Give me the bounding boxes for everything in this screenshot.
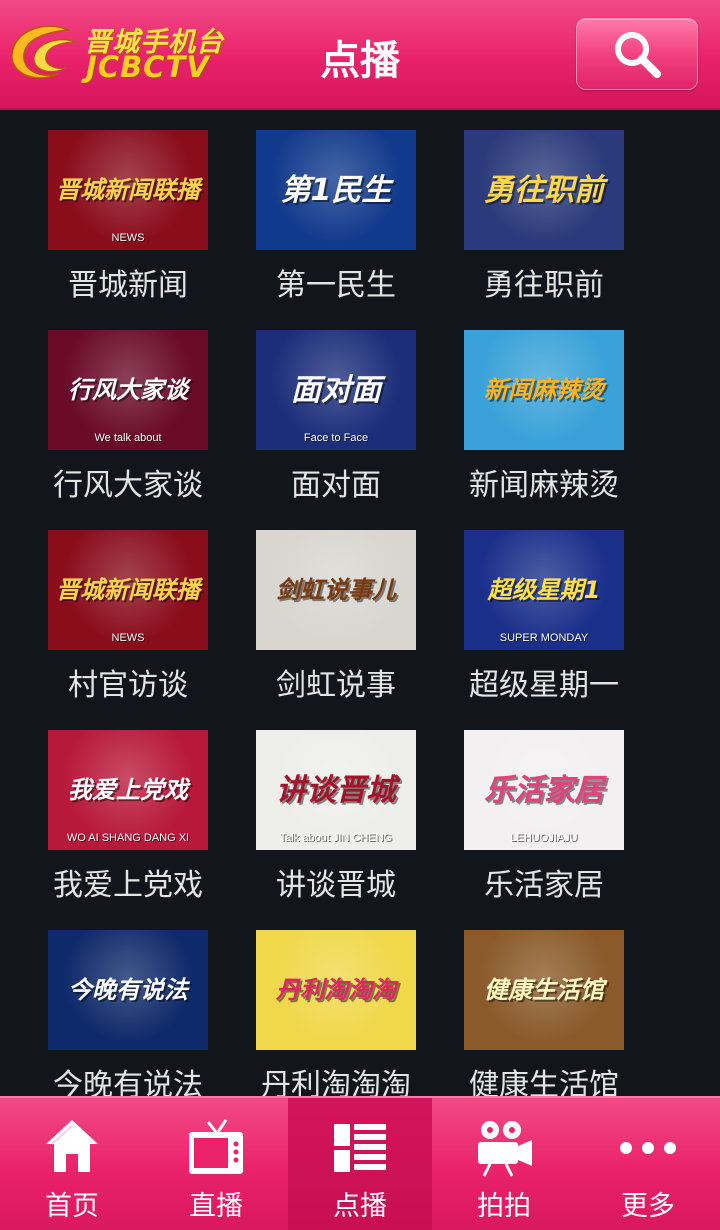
program-item[interactable]: 丹利淘淘淘 丹利淘淘淘: [232, 910, 440, 1096]
program-item[interactable]: 晋城新闻联播 NEWS 村官访谈: [24, 510, 232, 703]
tab-more[interactable]: 更多: [576, 1098, 720, 1230]
tab-label: 拍拍: [477, 1191, 531, 1222]
program-thumbnail: 行风大家谈 We talk about: [48, 330, 208, 450]
tv-icon: [186, 1114, 246, 1180]
program-thumbnail: 晋城新闻联播 NEWS: [48, 130, 208, 250]
program-thumbnail: 超级星期1 SUPER MONDAY: [464, 530, 624, 650]
program-grid: 晋城新闻联播 NEWS 晋城新闻 第1民生 第一民生 勇往职前 勇往职前 行风大家谈 We ta…: [0, 110, 720, 1096]
program-item[interactable]: 健康生活馆 健康生活馆: [440, 910, 648, 1096]
program-item[interactable]: 第1民生第一民生: [232, 110, 440, 303]
program-label: 新闻麻辣烫: [469, 468, 619, 503]
program-item[interactable]: 讲谈晋城 Talk about JIN CHENG 讲谈晋城: [232, 710, 440, 903]
program-item[interactable]: 剑虹说事儿 剑虹说事: [232, 510, 440, 703]
program-label: 今晚有说法: [53, 1068, 203, 1096]
program-label: 乐活家居: [484, 868, 604, 903]
program-thumbnail: 今晚有说法: [48, 930, 208, 1050]
tab-label: 点播: [333, 1191, 387, 1222]
tab-label: 首页: [45, 1191, 99, 1222]
bottom-tab-bar: 首页 直播 点播 拍拍 更多: [0, 1096, 720, 1230]
program-thumbnail: 我爱上党戏 WO AI SHANG DANG XI: [48, 730, 208, 850]
program-label: 我爱上党戏: [53, 868, 203, 903]
thumbnail-subtitle: Talk about JIN CHENG: [279, 832, 393, 844]
program-item[interactable]: 今晚有说法 今晚有说法: [24, 910, 232, 1096]
program-thumbnail: 剑虹说事儿: [256, 530, 416, 650]
thumbnail-title: 剑虹说事儿: [276, 575, 396, 604]
program-label: 晋城新闻: [68, 268, 188, 303]
thumbnail-subtitle: SUPER MONDAY: [499, 632, 589, 644]
program-item[interactable]: 乐活家居 LEHUOJIAJU 乐活家居: [440, 710, 648, 903]
tab-shoot[interactable]: 拍拍: [432, 1098, 576, 1230]
more-icon: [618, 1114, 678, 1180]
program-thumbnail: 面对面 Face to Face: [256, 330, 416, 450]
tab-live[interactable]: 直播: [144, 1098, 288, 1230]
thumbnail-subtitle: NEWS: [111, 232, 145, 244]
program-item[interactable]: 新闻麻辣烫 新闻麻辣烫: [440, 310, 648, 503]
program-thumbnail: 新闻麻辣烫: [464, 330, 624, 450]
video-camera-icon: [474, 1114, 534, 1180]
program-label: 超级星期一: [469, 668, 619, 703]
program-label: 第一民生: [276, 268, 396, 303]
program-thumbnail: 讲谈晋城 Talk about JIN CHENG: [256, 730, 416, 850]
thumbnail-subtitle: LEHUOJIAJU: [510, 832, 578, 844]
program-label: 丹利淘淘淘: [261, 1068, 411, 1096]
thumbnail-title: 今晚有说法: [68, 975, 188, 1004]
list-icon: [330, 1114, 390, 1180]
logo-swirl-icon: [11, 25, 77, 79]
program-label: 剑虹说事: [276, 668, 396, 703]
tab-vod[interactable]: 点播: [288, 1098, 432, 1230]
program-label: 行风大家谈: [53, 468, 203, 503]
program-label: 面对面: [291, 468, 381, 503]
thumbnail-title: 新闻麻辣烫: [484, 375, 604, 404]
program-thumbnail: 勇往职前: [464, 130, 624, 250]
program-label: 健康生活馆: [469, 1068, 619, 1096]
program-thumbnail: 晋城新闻联播 NEWS: [48, 530, 208, 650]
program-label: 村官访谈: [68, 668, 188, 703]
program-thumbnail: 健康生活馆: [464, 930, 624, 1050]
tab-home[interactable]: 首页: [0, 1098, 144, 1230]
program-item[interactable]: 晋城新闻联播 NEWS 晋城新闻: [24, 110, 232, 303]
home-icon: [42, 1114, 102, 1180]
thumbnail-title: 勇往职前: [484, 172, 604, 208]
thumbnail-subtitle: We talk about: [94, 432, 162, 444]
program-thumbnail: 第1民生: [256, 130, 416, 250]
search-button[interactable]: [576, 18, 698, 90]
program-item[interactable]: 我爱上党戏 WO AI SHANG DANG XI 我爱上党戏: [24, 710, 232, 903]
search-icon: [615, 32, 661, 78]
program-thumbnail: 丹利淘淘淘: [256, 930, 416, 1050]
program-label: 讲谈晋城: [276, 868, 396, 903]
logo-english-text: JCBCTV: [86, 50, 210, 84]
thumbnail-title: 丹利淘淘淘: [276, 975, 396, 1004]
program-item[interactable]: 面对面 Face to Face 面对面: [232, 310, 440, 503]
jcbctv-logo: 晋城手机台 JCBCTV: [6, 18, 223, 90]
thumbnail-title: 健康生活馆: [484, 975, 604, 1004]
tab-label: 更多: [621, 1191, 675, 1222]
page-title: 点播: [320, 38, 400, 84]
thumbnail-title: 第1民生: [280, 172, 392, 208]
program-item[interactable]: 超级星期1 SUPER MONDAY 超级星期一: [440, 510, 648, 703]
program-thumbnail: 乐活家居 LEHUOJIAJU: [464, 730, 624, 850]
thumbnail-subtitle: Face to Face: [303, 432, 369, 444]
program-item[interactable]: 行风大家谈 We talk about 行风大家谈: [24, 310, 232, 503]
top-bar: 晋城手机台 JCBCTV 点播: [0, 0, 720, 110]
thumbnail-subtitle: WO AI SHANG DANG XI: [66, 832, 190, 844]
tab-label: 直播: [189, 1191, 243, 1222]
app-root: 晋城手机台 JCBCTV 点播 晋城新闻联播 NEWS 晋城新闻 第1民生 第一民生 勇往…: [0, 0, 720, 1230]
program-label: 勇往职前: [484, 268, 604, 303]
program-item[interactable]: 勇往职前 勇往职前: [440, 110, 648, 303]
thumbnail-subtitle: NEWS: [111, 632, 145, 644]
